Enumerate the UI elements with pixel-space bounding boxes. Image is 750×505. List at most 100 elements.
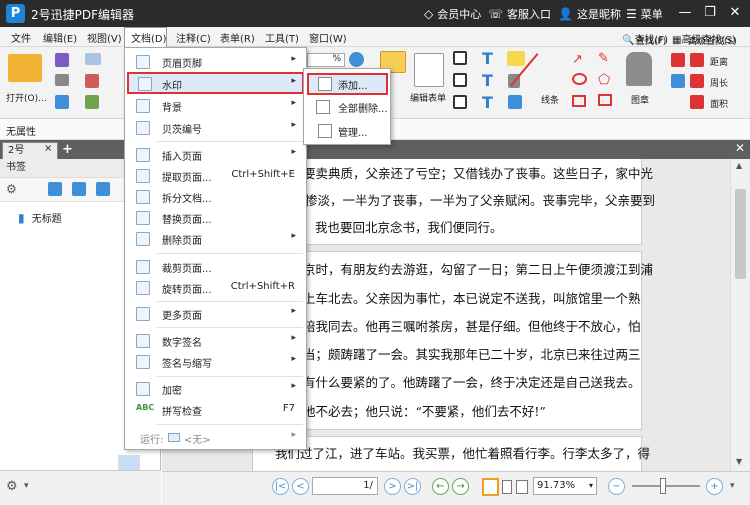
menu-item-background[interactable]: 背景 ▸ xyxy=(126,95,305,117)
chevron-down-icon[interactable]: ▾ xyxy=(24,481,29,491)
undo-icon[interactable] xyxy=(85,74,99,88)
add-bookmark-icon[interactable] xyxy=(48,182,62,196)
email-icon[interactable] xyxy=(85,53,101,65)
new-tab-icon[interactable]: + xyxy=(62,142,73,157)
lines-label[interactable]: 线条 xyxy=(541,93,559,106)
menu-item-crop-pages[interactable]: 裁剪页面... xyxy=(126,256,305,278)
menu-file[interactable]: 文件 xyxy=(11,30,31,45)
polygon-tool-icon[interactable]: ⬠ xyxy=(598,72,610,88)
bookmark-properties-icon[interactable] xyxy=(96,182,110,196)
menu-item-run-action[interactable]: 运行: <无> ▸ xyxy=(126,427,305,449)
find-button[interactable]: 🔍查找(F) xyxy=(622,31,668,46)
arrow-tool-icon[interactable]: ↗ xyxy=(572,52,583,67)
sound-icon[interactable] xyxy=(508,95,522,109)
bookmark-item[interactable]: ▮ 无标题 xyxy=(18,210,62,225)
ellipse-tool-icon[interactable] xyxy=(572,73,587,85)
vertical-scrollbar[interactable]: ▲ ▼ xyxy=(730,159,750,471)
minimize-button[interactable]: — xyxy=(674,3,696,23)
edit-form-label[interactable]: 编辑表单 xyxy=(410,91,446,104)
menu-form[interactable]: 表单(R) xyxy=(220,30,255,45)
settings-gear-icon[interactable]: ⚙ xyxy=(6,479,18,494)
next-page-button[interactable]: > xyxy=(384,478,401,495)
zoom-slider-knob[interactable] xyxy=(660,478,666,494)
menu-item-remove-all-watermarks[interactable]: 全部删除... xyxy=(304,96,390,118)
underline-icon[interactable]: T xyxy=(482,93,493,112)
save-icon[interactable] xyxy=(55,53,69,67)
menu-item-insert-pages[interactable]: 插入页面 ▸ xyxy=(126,144,305,166)
bookmark-options-icon[interactable]: ⚙ xyxy=(6,182,17,196)
properties-icon[interactable] xyxy=(55,95,69,109)
cloud-tool-icon[interactable] xyxy=(598,94,612,106)
callout-icon[interactable] xyxy=(453,95,467,109)
maximize-button[interactable]: ❐ xyxy=(699,3,721,23)
scroll-up-icon[interactable]: ▲ xyxy=(736,161,742,170)
support-button[interactable]: ☏ 客服入口 xyxy=(488,6,551,22)
eraser-icon[interactable] xyxy=(671,53,685,67)
menu-edit[interactable]: 编辑(E) xyxy=(43,30,77,45)
typewriter-icon[interactable]: T xyxy=(482,49,493,68)
pencil-tool-icon[interactable]: ✎ xyxy=(598,51,609,66)
previous-page-button[interactable]: < xyxy=(292,478,309,495)
stamp-label[interactable]: 图章 xyxy=(631,93,649,106)
distance-icon[interactable] xyxy=(690,53,704,67)
area-icon[interactable] xyxy=(690,95,704,109)
advanced-find-button[interactable]: ▦高级查找(S) xyxy=(672,31,736,46)
menu-item-bates-numbering[interactable]: 贝茨编号 ▸ xyxy=(126,117,305,139)
menu-item-digital-signature[interactable]: 数字签名 ▸ xyxy=(126,330,305,352)
menu-item-encrypt[interactable]: 加密 ▸ xyxy=(126,378,305,400)
scrollbar-thumb[interactable] xyxy=(735,189,746,279)
perimeter-label[interactable]: 周长 xyxy=(710,76,728,89)
menu-item-split-document[interactable]: 拆分文档... xyxy=(126,186,305,208)
close-tab-icon[interactable]: × xyxy=(44,143,52,154)
perimeter-icon[interactable] xyxy=(690,74,704,88)
last-page-button[interactable]: >| xyxy=(404,478,421,495)
zoom-slider-track[interactable] xyxy=(632,485,700,487)
scroll-down-icon[interactable]: ▼ xyxy=(736,457,742,466)
redo-icon[interactable] xyxy=(85,95,99,109)
zoom-in-icon[interactable] xyxy=(349,52,364,67)
menu-item-replace-pages[interactable]: 替换页面... xyxy=(126,207,305,229)
distance-label[interactable]: 距离 xyxy=(710,55,728,68)
menu-item-manage-watermarks[interactable]: 管理... xyxy=(304,120,390,142)
area-label[interactable]: 面积 xyxy=(710,97,728,110)
delete-bookmark-icon[interactable] xyxy=(72,182,86,196)
stamp-icon[interactable] xyxy=(626,52,652,86)
continuous-view-icon[interactable] xyxy=(502,480,512,494)
menu-item-rotate-pages[interactable]: 旋转页面... Ctrl+Shift+R xyxy=(126,277,305,299)
forward-button[interactable]: → xyxy=(452,478,469,495)
menu-comment[interactable]: 注释(C) xyxy=(176,30,211,45)
open-button-label[interactable]: 打开(O)... xyxy=(6,91,47,104)
zoom-level-select[interactable]: 91.73% ▾ xyxy=(533,477,597,495)
close-button[interactable]: ✕ xyxy=(724,3,746,23)
single-page-view-icon[interactable] xyxy=(482,478,499,496)
zoom-in-button[interactable]: + xyxy=(706,478,723,495)
member-center-button[interactable]: ◇ 会员中心 xyxy=(424,6,481,22)
back-button[interactable]: ← xyxy=(432,478,449,495)
menu-item-add-watermark[interactable]: 添加... xyxy=(304,73,390,95)
menu-item-watermark[interactable]: 水印 ▸ xyxy=(126,73,305,95)
rectangle-tool-icon[interactable] xyxy=(572,95,586,107)
menu-tools[interactable]: 工具(T) xyxy=(265,30,299,45)
menu-item-extract-pages[interactable]: 提取页面... Ctrl+Shift+E xyxy=(126,165,305,187)
menu-item-sign-initials[interactable]: 签名与缩写 ▸ xyxy=(126,351,305,373)
page-number-input[interactable]: 1/ xyxy=(312,477,378,495)
zoom-input[interactable]: % xyxy=(307,53,345,67)
menu-item-delete-pages[interactable]: 删除页面 ▸ xyxy=(126,228,305,250)
two-page-view-icon[interactable] xyxy=(516,480,528,494)
first-page-button[interactable]: |< xyxy=(272,478,289,495)
close-document-icon[interactable]: ✕ xyxy=(735,141,745,155)
folder-open-icon[interactable] xyxy=(8,54,42,82)
menu-view[interactable]: 视图(V) xyxy=(87,30,122,45)
menu-item-more-pages[interactable]: 更多页面 ▸ xyxy=(126,303,305,325)
menu-item-spell-check[interactable]: ABC 拼写检查 F7 xyxy=(126,399,305,421)
user-account-button[interactable]: 👤 这是昵称 xyxy=(558,6,621,22)
print-icon[interactable] xyxy=(55,74,69,86)
menu-item-header-footer[interactable]: 页眉页脚 ▸ xyxy=(126,51,305,73)
edit-form-icon[interactable] xyxy=(414,53,444,87)
app-menu-button[interactable]: ☰ 菜单 xyxy=(626,6,663,22)
menu-document[interactable]: 文档(D) xyxy=(131,30,167,45)
strikeout-icon[interactable]: T xyxy=(482,71,493,90)
note-icon[interactable] xyxy=(507,51,525,66)
menu-window[interactable]: 窗口(W) xyxy=(309,30,347,45)
highlighter-icon[interactable] xyxy=(671,74,685,88)
